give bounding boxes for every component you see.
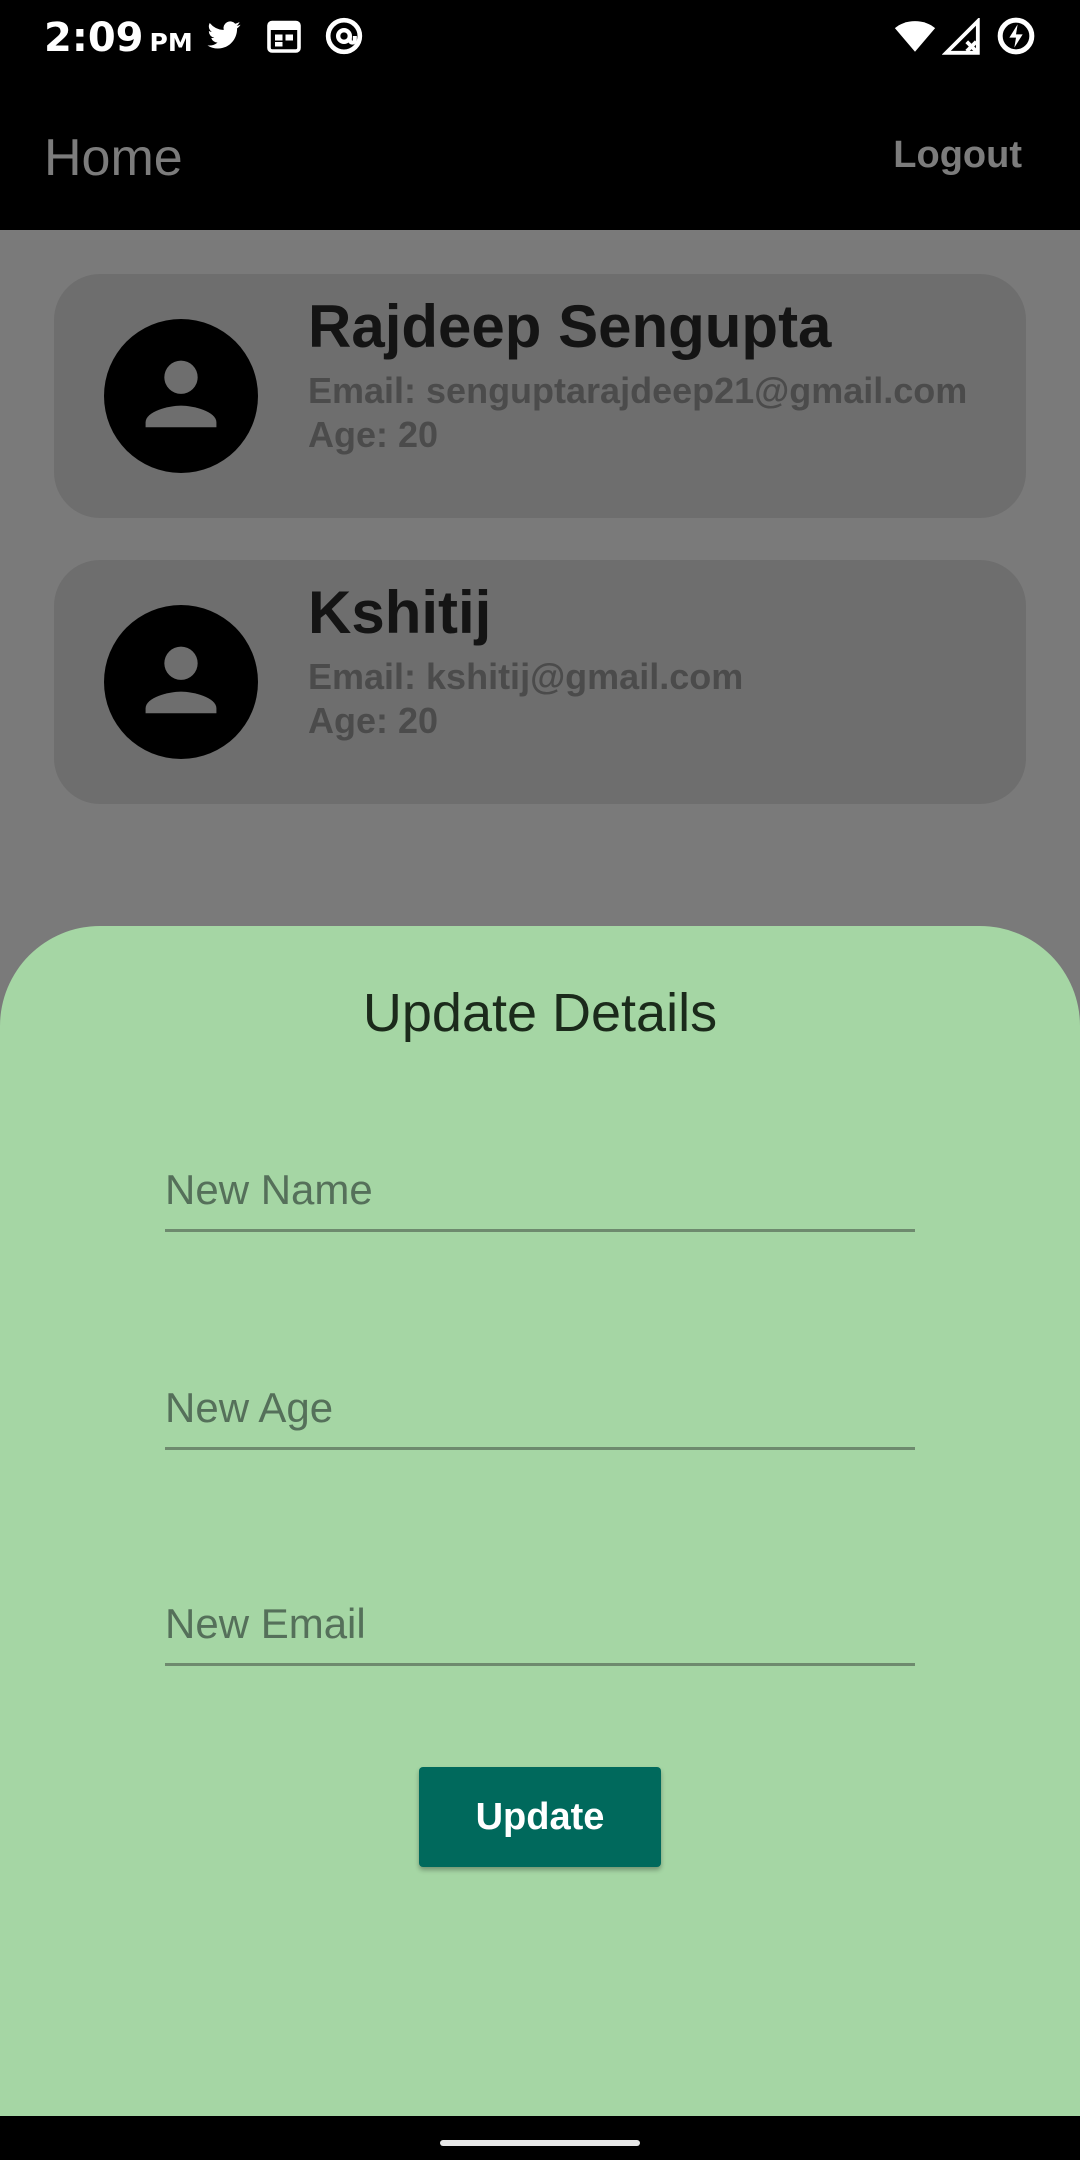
logout-button[interactable]: Logout	[893, 134, 1022, 177]
system-icons	[840, 16, 1080, 62]
new-name-input[interactable]	[165, 1150, 915, 1229]
status-time-ampm: PM	[149, 28, 193, 57]
user-name: Kshitij	[308, 579, 492, 646]
new-email-input[interactable]	[165, 1584, 915, 1663]
cell-signal-icon	[942, 18, 980, 55]
user-name: Rajdeep Sengupta	[308, 293, 832, 360]
avatar	[104, 319, 258, 473]
status-time: 2:09 PM	[44, 12, 193, 69]
new-name-field	[165, 1150, 915, 1232]
wifi-icon	[894, 21, 936, 52]
new-email-field	[165, 1584, 915, 1666]
sheet-title: Update Details	[362, 983, 718, 1043]
user-email: Email: senguptarajdeep21@gmail.com	[308, 370, 968, 411]
twitter-icon	[207, 21, 241, 49]
screen: 2:09 PM Home Logout Rajdeep Sengupta Ema…	[0, 0, 1080, 2160]
user-email: Email: kshitij@gmail.com	[308, 656, 744, 697]
update-button[interactable]: Update	[419, 1767, 661, 1867]
page-title: Home	[44, 129, 183, 187]
avatar	[104, 605, 258, 759]
user-age: Age: 20	[308, 700, 439, 741]
status-bar: 2:09 PM	[0, 0, 1080, 78]
user-card[interactable]: Kshitij Email: kshitij@gmail.com Age: 20	[54, 560, 1026, 804]
status-time-value: 2:09	[44, 15, 144, 61]
at-sign-icon	[325, 17, 363, 55]
new-age-input[interactable]	[165, 1368, 915, 1447]
calendar-icon	[267, 20, 301, 53]
user-card[interactable]: Rajdeep Sengupta Email: senguptarajdeep2…	[54, 274, 1026, 518]
update-details-sheet: Update Details Update	[0, 926, 1080, 2116]
home-gesture-handle[interactable]	[440, 2140, 640, 2146]
new-age-field	[165, 1368, 915, 1450]
person-icon	[145, 646, 217, 714]
user-age: Age: 20	[308, 414, 439, 455]
navigation-bar	[0, 2116, 1080, 2160]
app-bar: Home Logout	[0, 78, 1080, 230]
battery-saver-icon	[997, 17, 1035, 55]
person-icon	[145, 360, 217, 428]
